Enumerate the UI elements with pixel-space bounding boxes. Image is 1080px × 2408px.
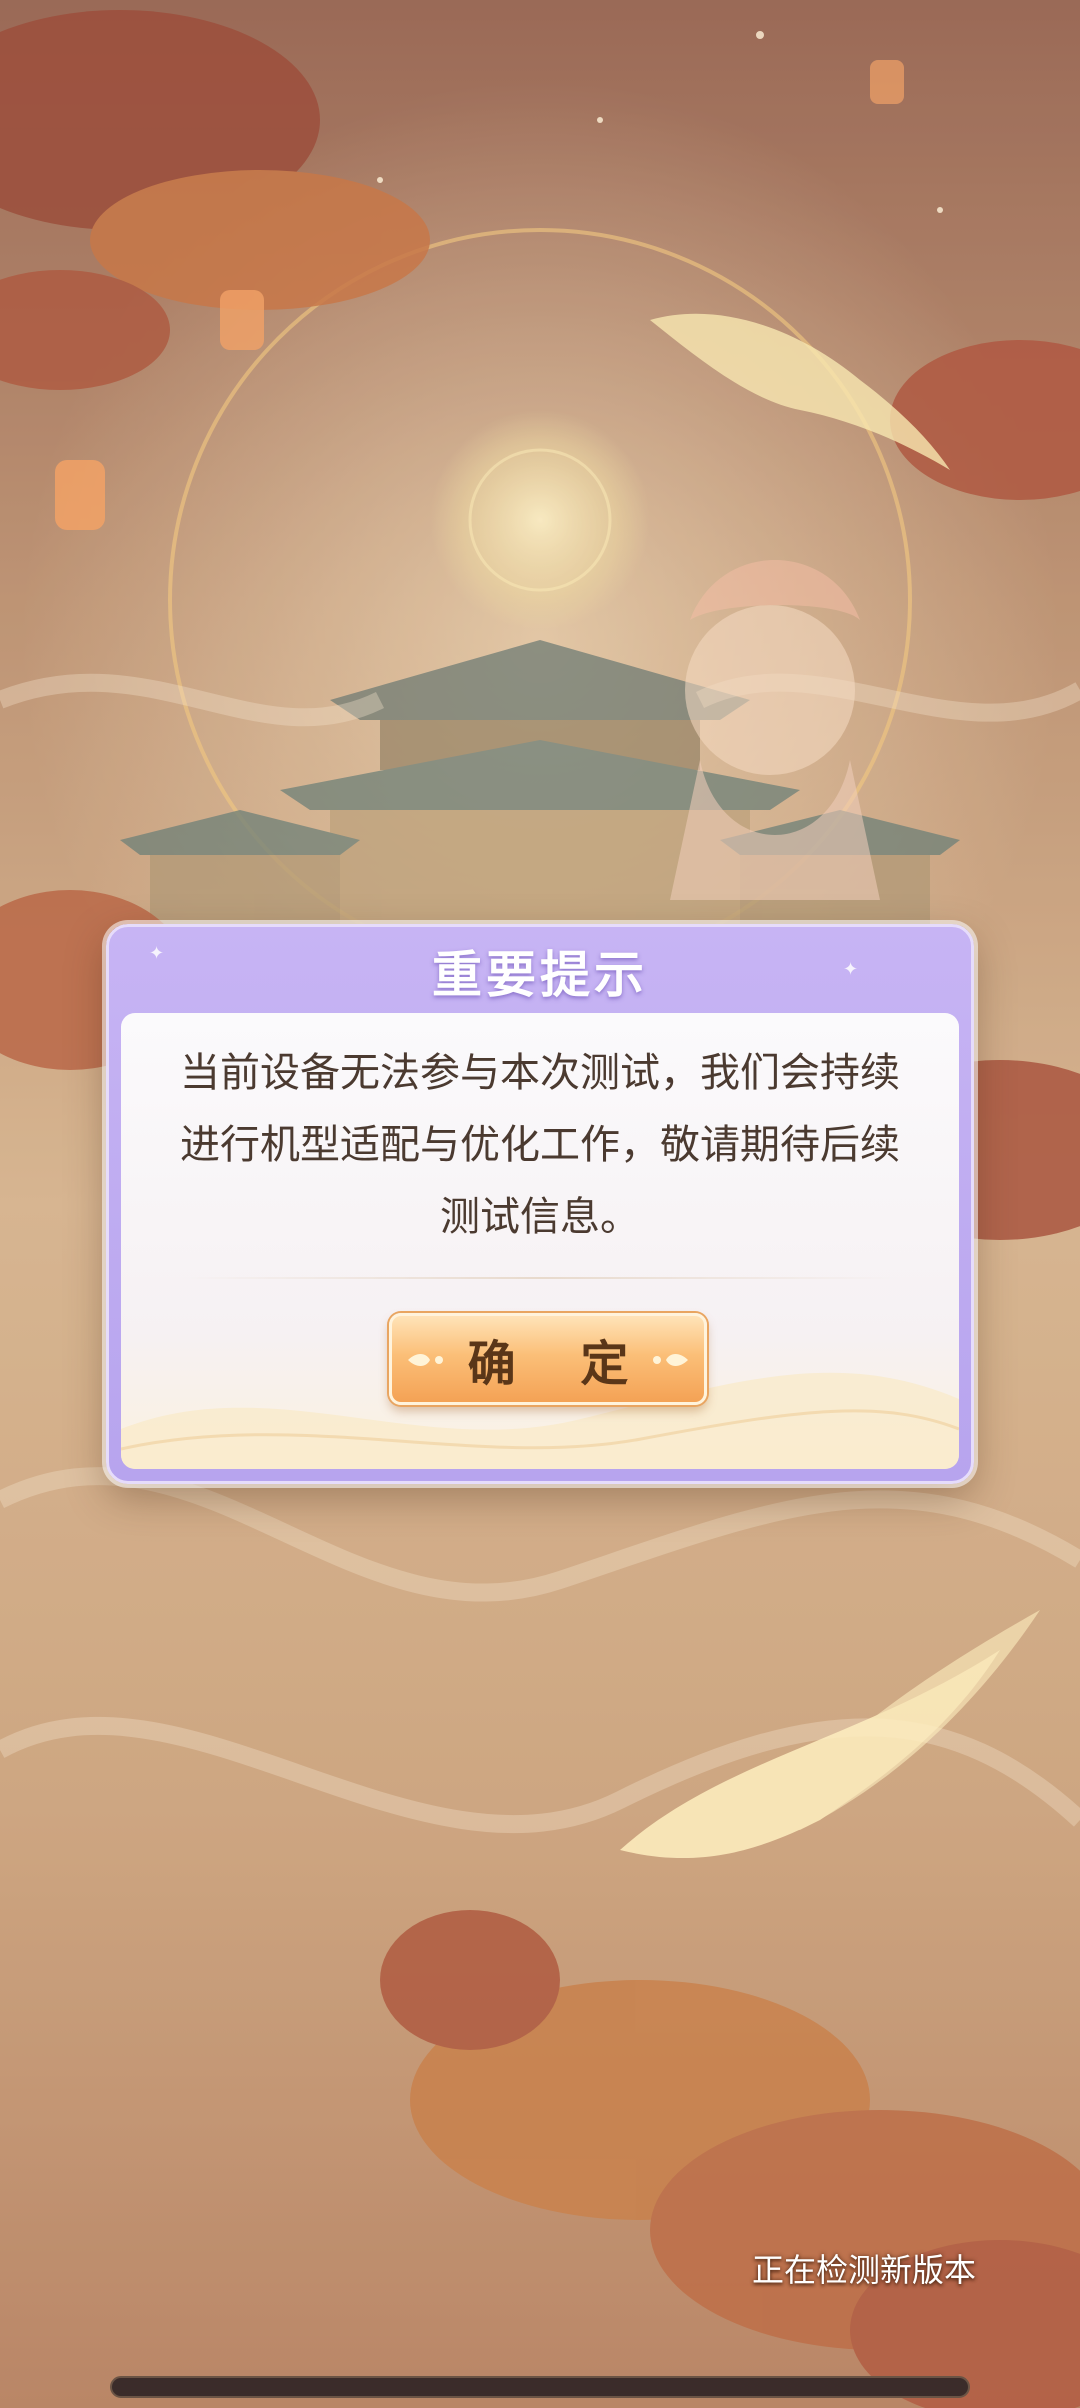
update-progress-bar (110, 2376, 970, 2398)
sparkle-icon: ✦ (843, 959, 859, 980)
divider (181, 1277, 899, 1279)
dialog-message: 当前设备无法参与本次测试，我们会持续进行机型适配与优化工作，敬请期待后续测试信息… (180, 1050, 900, 1240)
update-status-text: 正在检测新版本 (751, 2251, 976, 2289)
ornament-icon (653, 1354, 688, 1366)
confirm-button[interactable]: 确 定 (389, 1313, 707, 1405)
ornament-icon (408, 1354, 443, 1366)
dialog-header: ✦ ✦ 重要提示 (109, 927, 971, 1015)
confirm-button-label: 确 定 (467, 1336, 653, 1392)
sparkle-icon: ✦ (149, 943, 165, 964)
notice-dialog: ✦ ✦ 重要提示 当前设备无法参与本次测试，我们会持续进行机型适配与优化工作，敬… (106, 924, 974, 1484)
dialog-body: 当前设备无法参与本次测试，我们会持续进行机型适配与优化工作，敬请期待后续测试信息… (121, 1013, 959, 1469)
dialog-title: 重要提示 (432, 945, 648, 1004)
game-launch-screen: ✦ ✦ 重要提示 当前设备无法参与本次测试，我们会持续进行机型适配与优化工作，敬… (0, 0, 1080, 2408)
